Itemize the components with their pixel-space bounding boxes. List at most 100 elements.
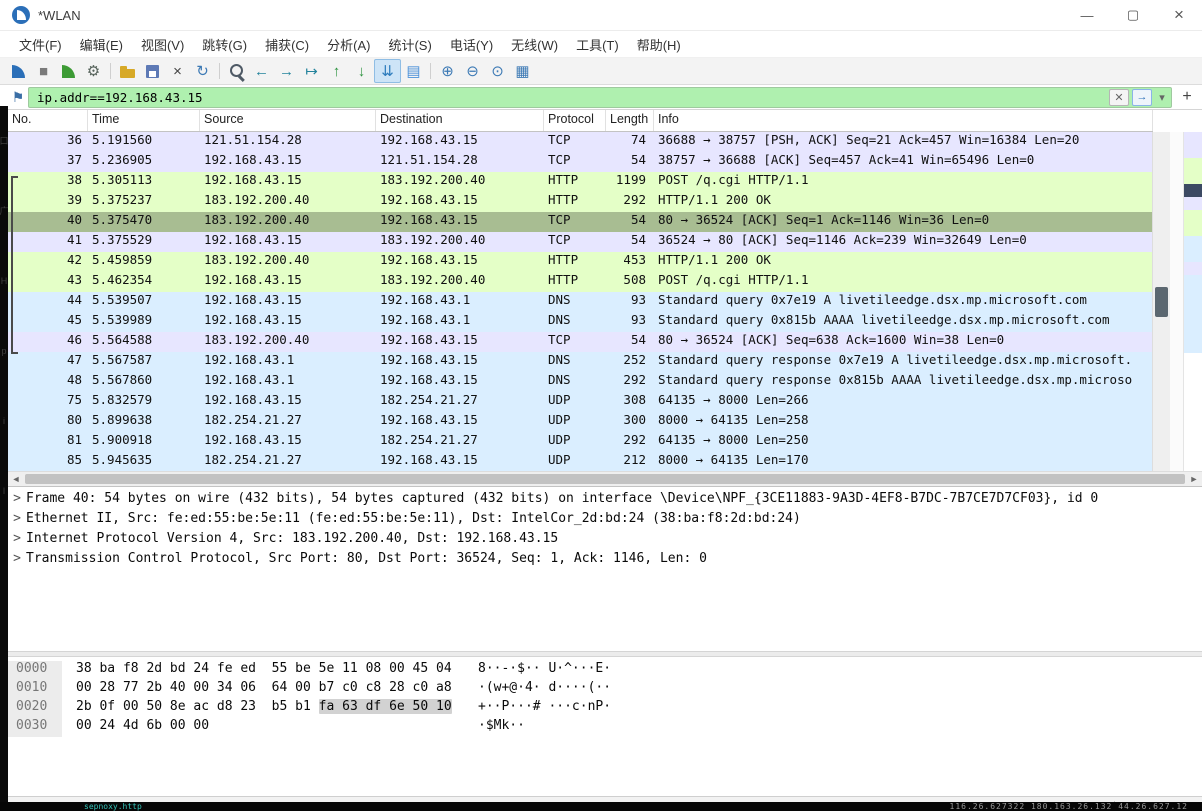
close-file-icon[interactable]: × <box>165 60 190 82</box>
scroll-right-icon[interactable]: ► <box>1186 474 1202 484</box>
go-to-packet-icon[interactable]: ↦ <box>299 60 324 82</box>
column-header-no[interactable]: No. <box>8 110 88 131</box>
hex-bytes[interactable]: 2b 0f 00 50 8e ac d8 23 b5 b1 fa 63 df 6… <box>62 699 478 718</box>
intelligent-scrollbar-minimap[interactable] <box>1183 132 1202 471</box>
hex-line[interactable]: 0030 00 24 4d 6b 00 00 ·$Mk·· <box>8 718 1202 737</box>
column-header-time[interactable]: Time <box>88 110 200 131</box>
hex-ascii[interactable]: +··P···# ···c·nP· <box>478 699 611 718</box>
packet-row[interactable]: 80 5.899638 182.254.21.27 192.168.43.15 … <box>8 412 1152 432</box>
minimap-segment[interactable] <box>1184 210 1202 223</box>
capture-options-icon[interactable]: ⚙ <box>81 60 106 82</box>
reload-icon[interactable]: ↻ <box>190 60 215 82</box>
capture-stop-icon[interactable]: ■ <box>31 60 56 82</box>
chevron-right-icon[interactable]: > <box>8 491 26 511</box>
add-filter-button[interactable]: + <box>1176 88 1198 106</box>
hex-line[interactable]: 0010 00 28 77 2b 40 00 34 06 64 00 b7 c0… <box>8 680 1202 699</box>
menu-help[interactable]: 帮助(H) <box>628 31 690 58</box>
packet-row[interactable]: 46 5.564588 183.192.200.40 192.168.43.15… <box>8 332 1152 354</box>
detail-line[interactable]: > Transmission Control Protocol, Src Por… <box>8 551 1202 571</box>
packet-row[interactable]: 47 5.567587 192.168.43.1 192.168.43.15 D… <box>8 352 1152 372</box>
packet-row[interactable]: 36 5.191560 121.51.154.28 192.168.43.15 … <box>8 132 1152 152</box>
filter-bookmark-icon[interactable]: ⚑ <box>8 89 28 106</box>
column-header-protocol[interactable]: Protocol <box>544 110 606 131</box>
hex-line[interactable]: 0000 38 ba f8 2d bd 24 fe ed 55 be 5e 11… <box>8 661 1202 680</box>
go-back-icon[interactable]: ← <box>249 60 274 82</box>
hex-ascii[interactable]: ·(w+@·4· d····(·· <box>478 680 611 699</box>
hex-bytes[interactable]: 38 ba f8 2d bd 24 fe ed 55 be 5e 11 08 0… <box>62 661 478 680</box>
packet-row[interactable]: 38 5.305113 192.168.43.15 183.192.200.40… <box>8 172 1152 198</box>
minimap-segment[interactable] <box>1184 145 1202 158</box>
menu-telephony[interactable]: 电话(Y) <box>441 31 502 58</box>
menu-statistics[interactable]: 统计(S) <box>379 31 440 58</box>
packet-row[interactable]: 41 5.375529 192.168.43.15 183.192.200.40… <box>8 232 1152 252</box>
hex-ascii[interactable]: 8··-·$·· U·^···E· <box>478 661 611 680</box>
auto-scroll-icon[interactable]: ⇊ <box>374 59 401 83</box>
packet-row[interactable]: 43 5.462354 192.168.43.15 183.192.200.40… <box>8 272 1152 292</box>
packet-row[interactable]: 44 5.539507 192.168.43.15 192.168.43.1 D… <box>8 292 1152 312</box>
menu-go[interactable]: 跳转(G) <box>193 31 256 58</box>
minimize-button[interactable]: — <box>1064 0 1110 30</box>
packet-row[interactable]: 45 5.539989 192.168.43.15 192.168.43.1 D… <box>8 312 1152 332</box>
zoom-out-icon[interactable]: ⊖ <box>460 60 485 82</box>
packet-row[interactable]: 37 5.236905 192.168.43.15 121.51.154.28 … <box>8 152 1152 172</box>
zoom-in-icon[interactable]: ⊕ <box>435 60 460 82</box>
resize-columns-icon[interactable]: ▦ <box>510 60 535 82</box>
minimap-segment[interactable] <box>1184 197 1202 210</box>
column-header-length[interactable]: Length <box>606 110 654 131</box>
horizontal-scrollbar-thumb[interactable] <box>25 474 1185 484</box>
packet-row[interactable]: 85 5.945635 182.254.21.27 192.168.43.15 … <box>8 452 1152 471</box>
chevron-right-icon[interactable]: > <box>8 511 26 531</box>
minimap-segment[interactable] <box>1184 288 1202 301</box>
packet-row[interactable]: 75 5.832579 192.168.43.15 182.254.21.27 … <box>8 392 1152 412</box>
minimap-segment[interactable] <box>1184 184 1202 197</box>
minimap-segment[interactable] <box>1184 301 1202 314</box>
packet-row[interactable]: 42 5.459859 183.192.200.40 192.168.43.15… <box>8 252 1152 272</box>
minimap-segment[interactable] <box>1184 223 1202 236</box>
minimap-segment[interactable] <box>1184 171 1202 184</box>
menu-capture[interactable]: 捕获(C) <box>256 31 318 58</box>
detail-line[interactable]: > Internet Protocol Version 4, Src: 183.… <box>8 531 1202 551</box>
maximize-button[interactable]: ▢ <box>1110 0 1156 30</box>
minimap-segment[interactable] <box>1184 249 1202 262</box>
menu-file[interactable]: 文件(F) <box>10 31 71 58</box>
go-first-packet-icon[interactable]: ↑ <box>324 60 349 82</box>
close-button[interactable]: × <box>1156 0 1202 30</box>
filter-dropdown-icon[interactable]: ▾ <box>1155 90 1169 105</box>
hex-bytes[interactable]: 00 28 77 2b 40 00 34 06 64 00 b7 c0 c8 2… <box>62 680 478 699</box>
hex-ascii[interactable]: ·$Mk·· <box>478 718 525 737</box>
minimap-segment[interactable] <box>1184 340 1202 353</box>
save-file-icon[interactable] <box>140 60 165 82</box>
chevron-right-icon[interactable]: > <box>8 531 26 551</box>
menu-analyze[interactable]: 分析(A) <box>318 31 379 58</box>
horizontal-scrollbar[interactable]: ◄ ► <box>8 471 1202 486</box>
find-packet-icon[interactable] <box>224 60 249 82</box>
menu-wireless[interactable]: 无线(W) <box>502 31 567 58</box>
packet-row[interactable]: 48 5.567860 192.168.43.1 192.168.43.15 D… <box>8 372 1152 392</box>
go-last-packet-icon[interactable]: ↓ <box>349 60 374 82</box>
vertical-scrollbar[interactable] <box>1152 132 1170 471</box>
detail-line[interactable]: > Frame 40: 54 bytes on wire (432 bits),… <box>8 491 1202 511</box>
minimap-segment[interactable] <box>1184 275 1202 288</box>
capture-start-icon[interactable] <box>6 60 31 82</box>
hex-bytes[interactable]: 00 24 4d 6b 00 00 <box>62 718 478 737</box>
minimap-segment[interactable] <box>1184 314 1202 327</box>
open-file-icon[interactable] <box>115 60 140 82</box>
go-forward-icon[interactable]: → <box>274 60 299 82</box>
menu-view[interactable]: 视图(V) <box>132 31 193 58</box>
minimap-segment[interactable] <box>1184 158 1202 171</box>
zoom-reset-icon[interactable]: ⊙ <box>485 60 510 82</box>
title-bar[interactable]: *WLAN — ▢ × <box>0 0 1202 31</box>
clear-filter-icon[interactable]: ✕ <box>1109 88 1129 106</box>
minimap-segment[interactable] <box>1184 236 1202 249</box>
menu-tools[interactable]: 工具(T) <box>567 31 628 58</box>
display-filter-input[interactable] <box>35 88 1106 106</box>
column-header-destination[interactable]: Destination <box>376 110 544 131</box>
minimap-segment[interactable] <box>1184 262 1202 275</box>
capture-restart-icon[interactable] <box>56 60 81 82</box>
vertical-scrollbar-thumb[interactable] <box>1155 287 1168 317</box>
menu-edit[interactable]: 编辑(E) <box>71 31 132 58</box>
packet-row[interactable]: 40 5.375470 183.192.200.40 192.168.43.15… <box>8 212 1152 232</box>
apply-filter-icon[interactable]: → <box>1132 88 1152 106</box>
column-header-source[interactable]: Source <box>200 110 376 131</box>
minimap-segment[interactable] <box>1184 327 1202 340</box>
